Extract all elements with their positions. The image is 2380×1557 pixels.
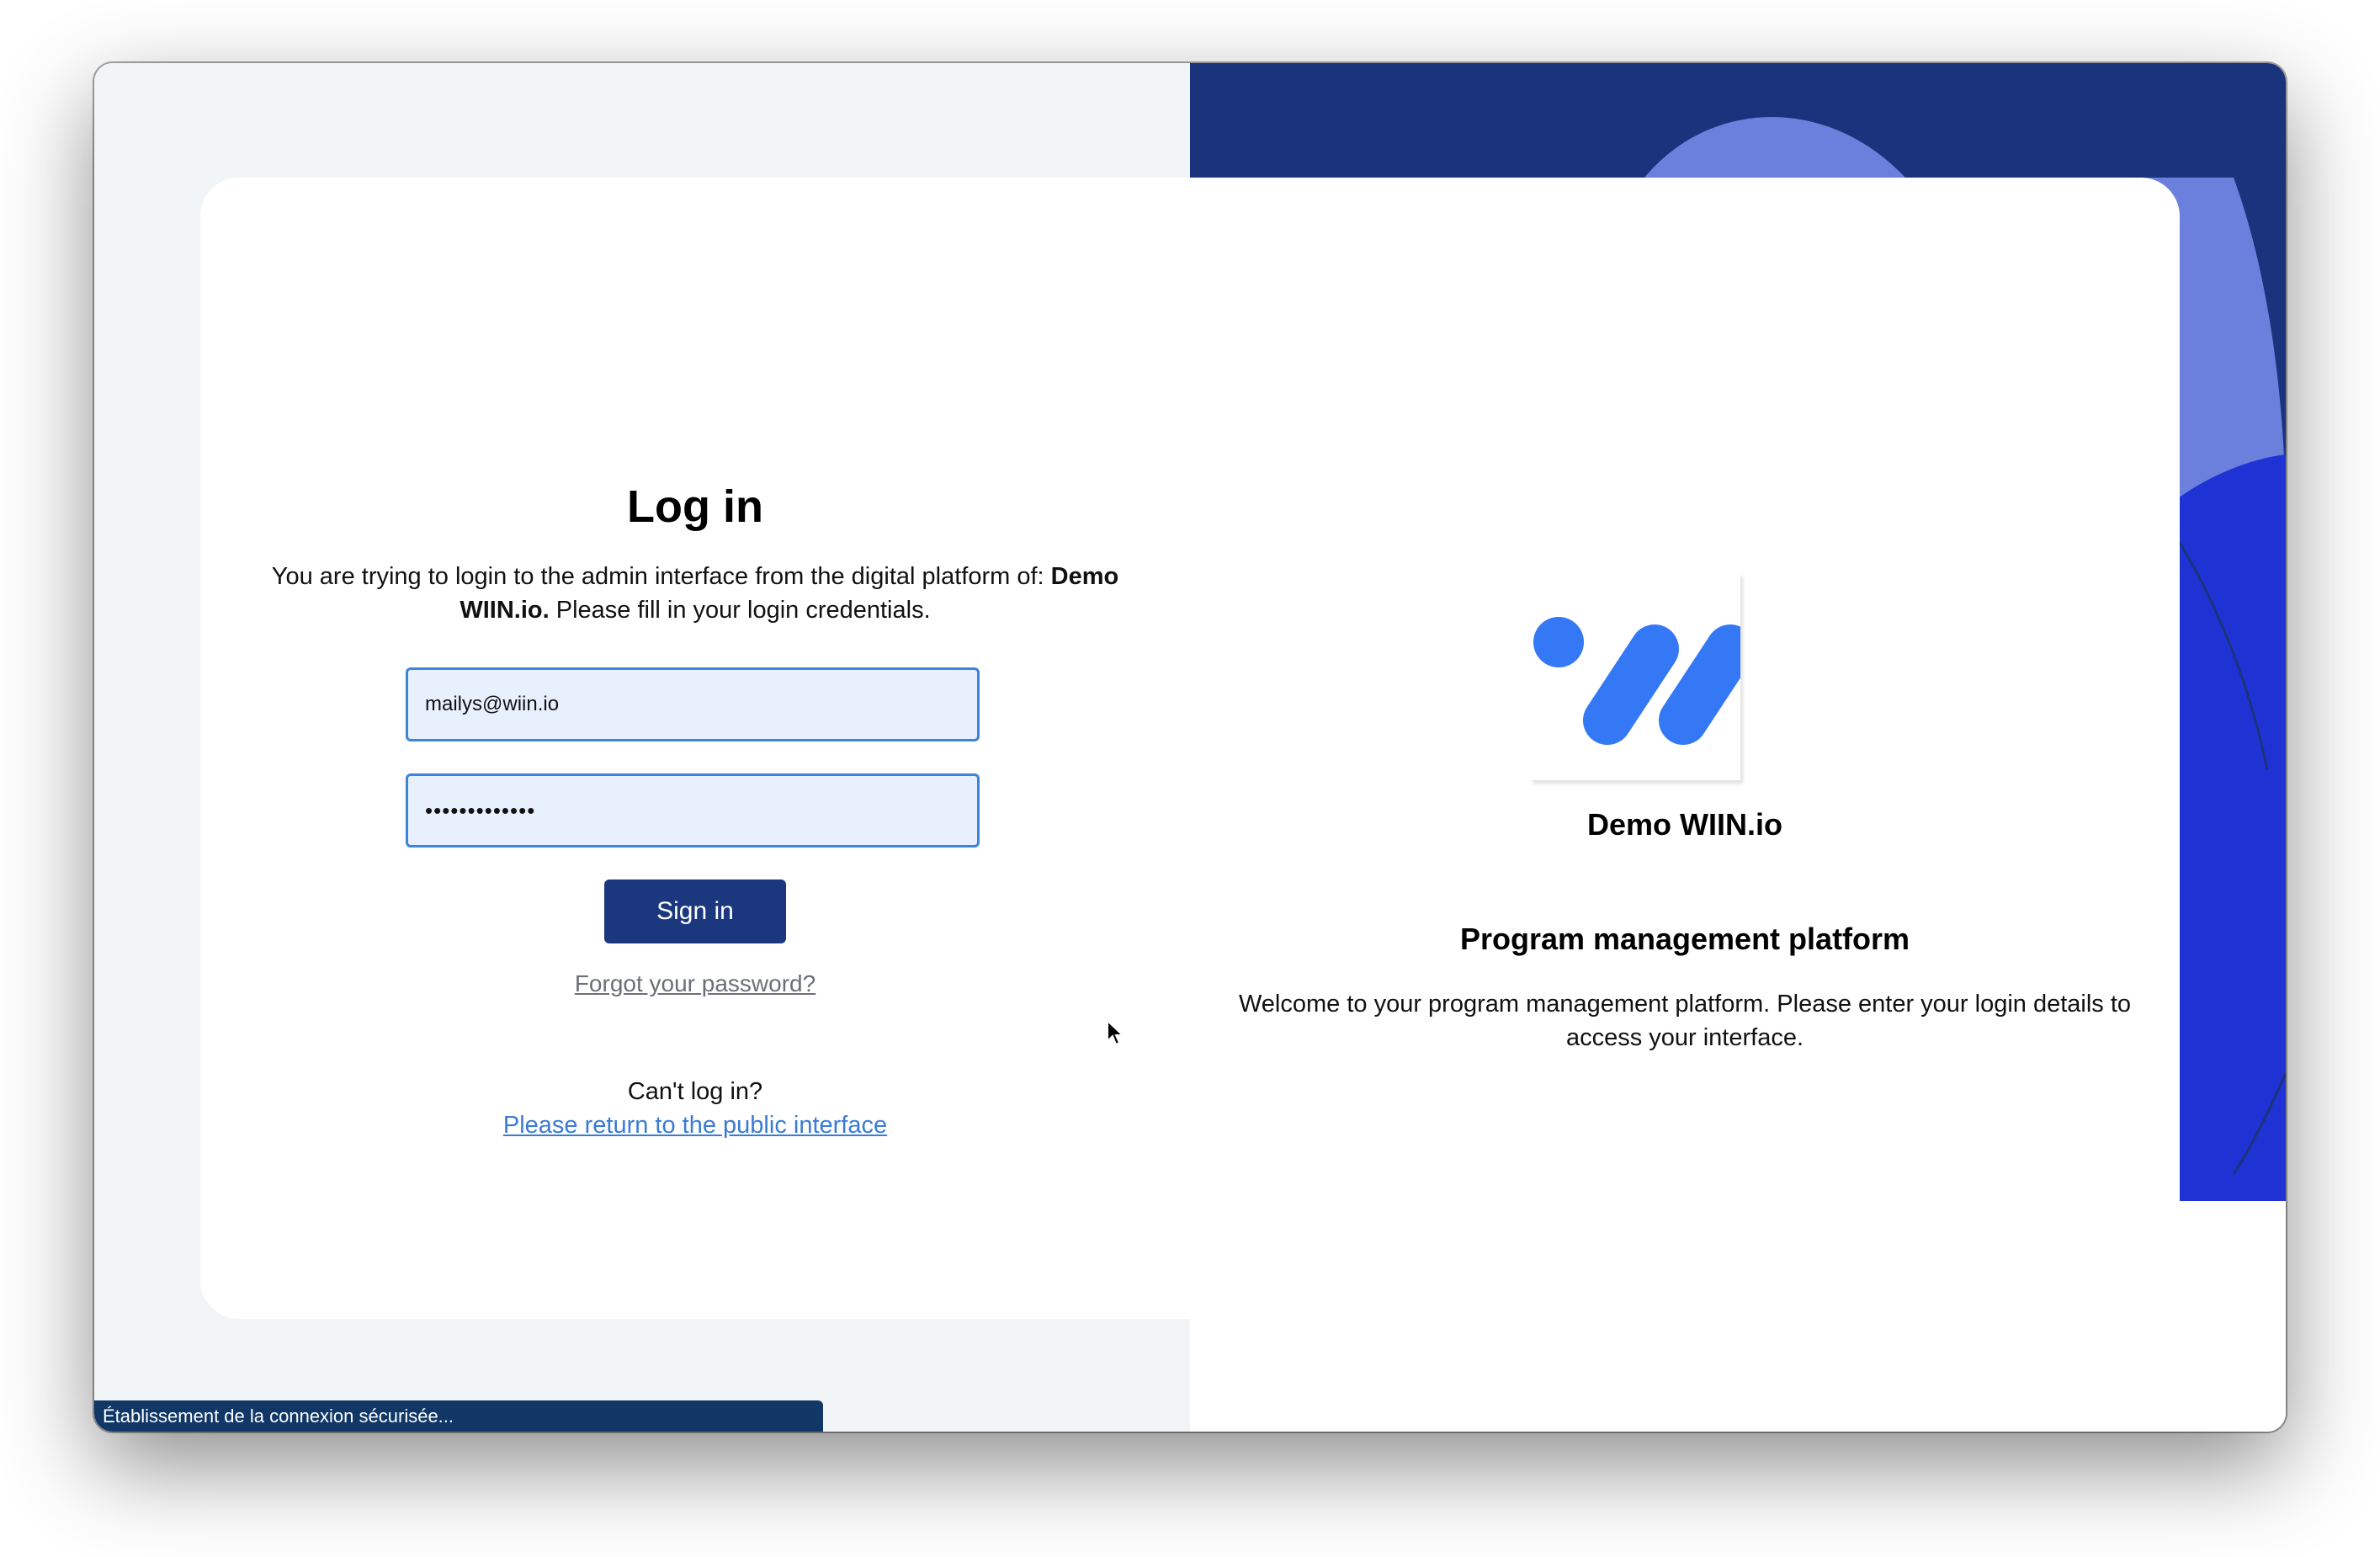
login-panel: Log in You are trying to login to the ad…	[200, 178, 1190, 1319]
logo-container	[1530, 573, 1755, 780]
browser-window: Log in You are trying to login to the ad…	[94, 63, 2286, 1432]
public-interface-link[interactable]: Please return to the public interface	[200, 1112, 1190, 1140]
intro-prefix: You are trying to login to the admin int…	[271, 563, 1051, 590]
wiin-logo-icon	[1533, 617, 1755, 745]
status-bar: Établissement de la connexion sécurisée.…	[94, 1400, 823, 1432]
cant-login-text: Can't log in?	[627, 1078, 763, 1105]
page-title: Log in	[627, 481, 763, 532]
login-card: Log in You are trying to login to the ad…	[200, 178, 2180, 1319]
forgot-password-link[interactable]: Forgot your password?	[200, 970, 1190, 997]
mouse-cursor-icon	[1107, 1019, 1125, 1046]
platform-title: Program management platform	[1459, 922, 1910, 956]
sign-in-button[interactable]: Sign in	[604, 879, 786, 943]
branding-panel: Demo WIIN.io Program management platform…	[1190, 178, 2180, 1319]
login-intro: You are trying to login to the admin int…	[259, 560, 1131, 627]
email-field[interactable]	[406, 667, 980, 741]
intro-suffix: Please fill in your login credentials.	[549, 597, 931, 624]
organization-name: Demo WIIN.io	[1587, 807, 1782, 842]
welcome-text: Welcome to your program management platf…	[1238, 991, 2132, 1051]
password-field[interactable]	[406, 773, 980, 848]
